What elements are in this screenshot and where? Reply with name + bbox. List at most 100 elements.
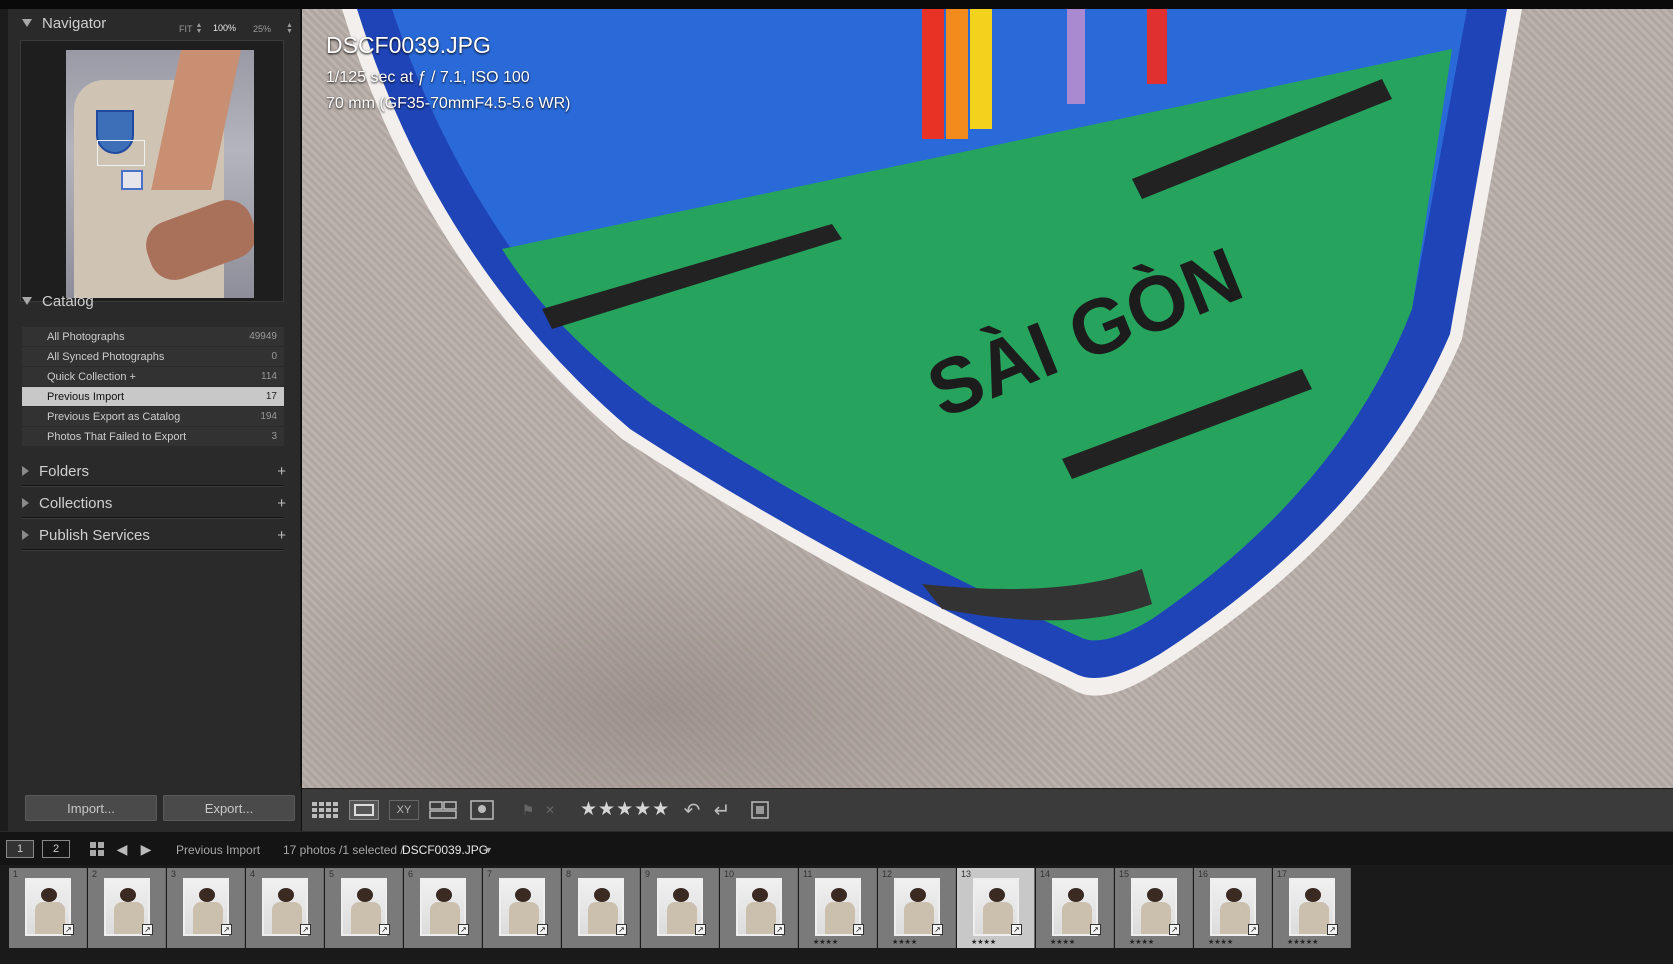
stripe-red bbox=[922, 9, 944, 139]
folders-title: Folders bbox=[39, 462, 90, 480]
filmstrip-cell[interactable]: 12 ↗ ★★★★ bbox=[878, 868, 956, 948]
zoom-25-label: 25% bbox=[253, 24, 272, 34]
filmstrip-cell[interactable]: 5 ↗ bbox=[325, 868, 403, 948]
add-folder-button[interactable]: + bbox=[277, 463, 286, 480]
filmstrip-cell-index: 2 bbox=[92, 869, 98, 879]
catalog-item-all-synced[interactable]: All Synced Photographs 0 bbox=[22, 347, 284, 367]
grid-icon[interactable] bbox=[88, 839, 106, 859]
filmstrip-cell[interactable]: 17 ↗ ★★★★★ bbox=[1273, 868, 1351, 948]
filmstrip-cell-index: 4 bbox=[250, 869, 256, 879]
zoom-fit[interactable]: FIT ▲ ▼ bbox=[179, 22, 203, 35]
stripe-red-2 bbox=[1147, 9, 1167, 84]
rotate-left-icon[interactable]: ↶ bbox=[680, 800, 704, 822]
zoom-100[interactable]: 100% bbox=[213, 23, 236, 33]
left-panel-edge[interactable] bbox=[0, 9, 8, 831]
rotate-right-icon[interactable]: ↵ bbox=[710, 800, 734, 822]
image-exposure: 1/125 sec at ƒ / 7.1, ISO 100 bbox=[326, 69, 530, 86]
top-strip bbox=[0, 0, 1673, 9]
add-publish-service-button[interactable]: + bbox=[277, 527, 286, 544]
lightroom-window: Navigator FIT ▲ ▼ 100% 25% ▲ ▼ Catalog A… bbox=[0, 0, 1673, 964]
navigator-zoom-box[interactable] bbox=[97, 140, 145, 166]
zoom-25[interactable]: 25% ▲ ▼ bbox=[253, 22, 293, 35]
filmstrip-cell[interactable]: 15 ↗ ★★★★ bbox=[1115, 868, 1193, 948]
updown-arrows-icon: ▲ ▼ bbox=[195, 22, 203, 35]
catalog-header[interactable]: Catalog bbox=[22, 290, 94, 312]
filmstrip-cell[interactable]: 10 ↗ bbox=[720, 868, 798, 948]
rating-stars[interactable]: ★★★★★ bbox=[580, 798, 670, 821]
catalog-item-previous-import[interactable]: Previous Import 17 bbox=[22, 387, 284, 407]
reject-flag-icon[interactable]: ✕ bbox=[542, 800, 558, 820]
compare-view-icon[interactable]: XY bbox=[389, 800, 419, 820]
expand-triangle-icon[interactable] bbox=[22, 498, 29, 508]
monitor-2-button[interactable]: 2 bbox=[42, 840, 70, 858]
catalog-item-label: Previous Import bbox=[47, 390, 125, 403]
filmstrip-cell-rating: ★★★★ bbox=[1208, 939, 1234, 946]
collections-header[interactable]: Collections + bbox=[22, 492, 295, 514]
catalog-item-failed-export[interactable]: Photos That Failed to Export 3 bbox=[22, 427, 284, 447]
filmstrip-cell[interactable]: 7 ↗ bbox=[483, 868, 561, 948]
filmstrip-cell[interactable]: 16 ↗ ★★★★ bbox=[1194, 868, 1272, 948]
crop-overlay-icon[interactable] bbox=[748, 800, 772, 820]
edited-badge-icon: ↗ bbox=[695, 924, 706, 935]
filmstrip-cell-index: 9 bbox=[645, 869, 651, 879]
stripe-orange bbox=[946, 9, 968, 139]
filmstrip-source[interactable]: Previous Import bbox=[176, 843, 260, 857]
navigator-title: Navigator bbox=[42, 14, 107, 32]
filmstrip-cell[interactable]: 2 ↗ bbox=[88, 868, 166, 948]
catalog-item-quick-collection[interactable]: Quick Collection + 114 bbox=[22, 367, 284, 387]
filmstrip-cell[interactable]: 13 ↗ ★★★★ bbox=[957, 868, 1035, 948]
catalog-item-label: All Synced Photographs bbox=[47, 350, 165, 363]
survey-view-icon[interactable] bbox=[428, 800, 458, 820]
filmstrip-cell[interactable]: 9 ↗ bbox=[641, 868, 719, 948]
filmstrip-cell-index: 14 bbox=[1040, 869, 1051, 879]
collapse-triangle-icon[interactable] bbox=[22, 19, 32, 27]
filmstrip-cell-rating: ★★★★ bbox=[1050, 939, 1076, 946]
filmstrip-cell[interactable]: 1 ↗ bbox=[9, 868, 87, 948]
filmstrip-cell-index: 12 bbox=[882, 869, 893, 879]
filmstrip-cell[interactable]: 3 ↗ bbox=[167, 868, 245, 948]
filmstrip-cell[interactable]: 4 ↗ bbox=[246, 868, 324, 948]
expand-triangle-icon[interactable] bbox=[22, 466, 29, 476]
filmstrip-cell[interactable]: 8 ↗ bbox=[562, 868, 640, 948]
catalog-item-previous-export[interactable]: Previous Export as Catalog 194 bbox=[22, 407, 284, 427]
people-view-icon[interactable] bbox=[467, 800, 497, 820]
edited-badge-icon: ↗ bbox=[1090, 924, 1101, 935]
back-arrow-icon[interactable]: ◀ bbox=[114, 839, 130, 859]
catalog-list: All Photographs 49949 All Synced Photogra… bbox=[22, 327, 284, 447]
folders-header[interactable]: Folders + bbox=[22, 460, 295, 482]
filmstrip-cell[interactable]: 6 ↗ bbox=[404, 868, 482, 948]
publish-services-header[interactable]: Publish Services + bbox=[22, 524, 295, 546]
zoom-fit-label: FIT bbox=[179, 24, 193, 34]
thumb-patch-small bbox=[121, 170, 143, 190]
add-collection-button[interactable]: + bbox=[277, 495, 286, 512]
edited-badge-icon: ↗ bbox=[1169, 924, 1180, 935]
filmstrip-cell-rating: ★★★★ bbox=[1129, 939, 1155, 946]
catalog-item-label: Quick Collection + bbox=[47, 370, 136, 383]
filmstrip-cell-index: 15 bbox=[1119, 869, 1130, 879]
dropdown-caret-icon[interactable]: ▼ bbox=[484, 845, 493, 855]
filmstrip-selected-file[interactable]: DSCF0039.JPG bbox=[402, 843, 488, 857]
filmstrip-cell-index: 8 bbox=[566, 869, 572, 879]
filmstrip-cell[interactable]: 11 ↗ ★★★★ bbox=[799, 868, 877, 948]
export-button[interactable]: Export... bbox=[163, 795, 295, 821]
navigator-header[interactable]: Navigator bbox=[22, 12, 106, 34]
navigator-preview[interactable] bbox=[20, 40, 284, 302]
loupe-view-icon[interactable] bbox=[349, 800, 379, 820]
grid-view-icon[interactable] bbox=[310, 800, 340, 820]
filmstrip-cell-index: 13 bbox=[961, 869, 972, 879]
catalog-item-all-photographs[interactable]: All Photographs 49949 bbox=[22, 327, 284, 347]
navigator-thumbnail[interactable] bbox=[66, 50, 254, 298]
filmstrip-header: 1 2 ◀ ▶ Previous Import 17 photos /1 sel… bbox=[0, 831, 1673, 865]
expand-triangle-icon[interactable] bbox=[22, 530, 29, 540]
edited-badge-icon: ↗ bbox=[616, 924, 627, 935]
catalog-item-count: 17 bbox=[265, 391, 277, 402]
monitor-1-button[interactable]: 1 bbox=[6, 840, 34, 858]
collapse-triangle-icon[interactable] bbox=[22, 297, 32, 305]
loupe-image[interactable]: SÀI GÒN bbox=[302, 9, 1673, 788]
edited-badge-icon: ↗ bbox=[1011, 924, 1022, 935]
flag-icon[interactable]: ⚑ bbox=[520, 800, 536, 820]
import-button[interactable]: Import... bbox=[25, 795, 157, 821]
filmstrip-cell[interactable]: 14 ↗ ★★★★ bbox=[1036, 868, 1114, 948]
toolbar: XY ⚑ ✕ ★★★★★ ↶ ↵ bbox=[302, 788, 1673, 831]
forward-arrow-icon[interactable]: ▶ bbox=[138, 839, 154, 859]
